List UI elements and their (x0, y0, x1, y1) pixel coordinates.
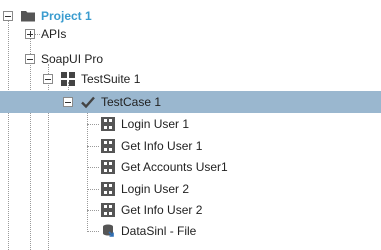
checkmark-icon (81, 96, 95, 109)
tree-node-testsuite[interactable]: TestSuite 1 (0, 68, 381, 90)
tree-node-soapui-pro[interactable]: SoapUI Pro (0, 48, 381, 70)
tree-node-apis[interactable]: APIs (0, 23, 381, 45)
apis-label: APIs (41, 27, 67, 41)
test-step-icon (101, 160, 115, 174)
test-step-icon (101, 139, 115, 153)
expand-toggle[interactable] (25, 29, 35, 39)
folder-icon (21, 11, 35, 22)
step-label: Login User 1 (121, 117, 190, 131)
soapui-pro-label: SoapUI Pro (41, 52, 104, 66)
collapse-toggle[interactable] (25, 54, 35, 64)
test-step-icon (101, 117, 115, 131)
datasink-icon (103, 224, 114, 237)
tree-node-step[interactable]: Get Info User 1 (0, 135, 381, 157)
test-step-icon (101, 182, 115, 196)
testsuite-grid-icon (61, 72, 75, 86)
step-label: DataSinl - File (121, 224, 197, 238)
tree-node-step[interactable]: Get Info User 2 (0, 199, 381, 221)
project-label: Project 1 (41, 9, 92, 23)
tree-node-step[interactable]: Get Accounts User1 (0, 156, 381, 178)
collapse-toggle[interactable] (63, 97, 73, 107)
step-label: Get Accounts User1 (121, 160, 228, 174)
tree-node-step[interactable]: Login User 1 (0, 113, 381, 135)
tree-node-step[interactable]: Login User 2 (0, 178, 381, 200)
step-label: Get Info User 1 (121, 139, 203, 153)
tree-node-step[interactable]: DataSinl - File (0, 220, 381, 242)
collapse-toggle[interactable] (43, 74, 53, 84)
testcase-label: TestCase 1 (101, 95, 162, 109)
step-label: Get Info User 2 (121, 203, 203, 217)
collapse-toggle[interactable] (3, 11, 13, 21)
step-label: Login User 2 (121, 182, 190, 196)
test-step-icon (101, 203, 115, 217)
testsuite-label: TestSuite 1 (81, 72, 141, 86)
tree-node-testcase[interactable]: TestCase 1 (0, 91, 381, 113)
